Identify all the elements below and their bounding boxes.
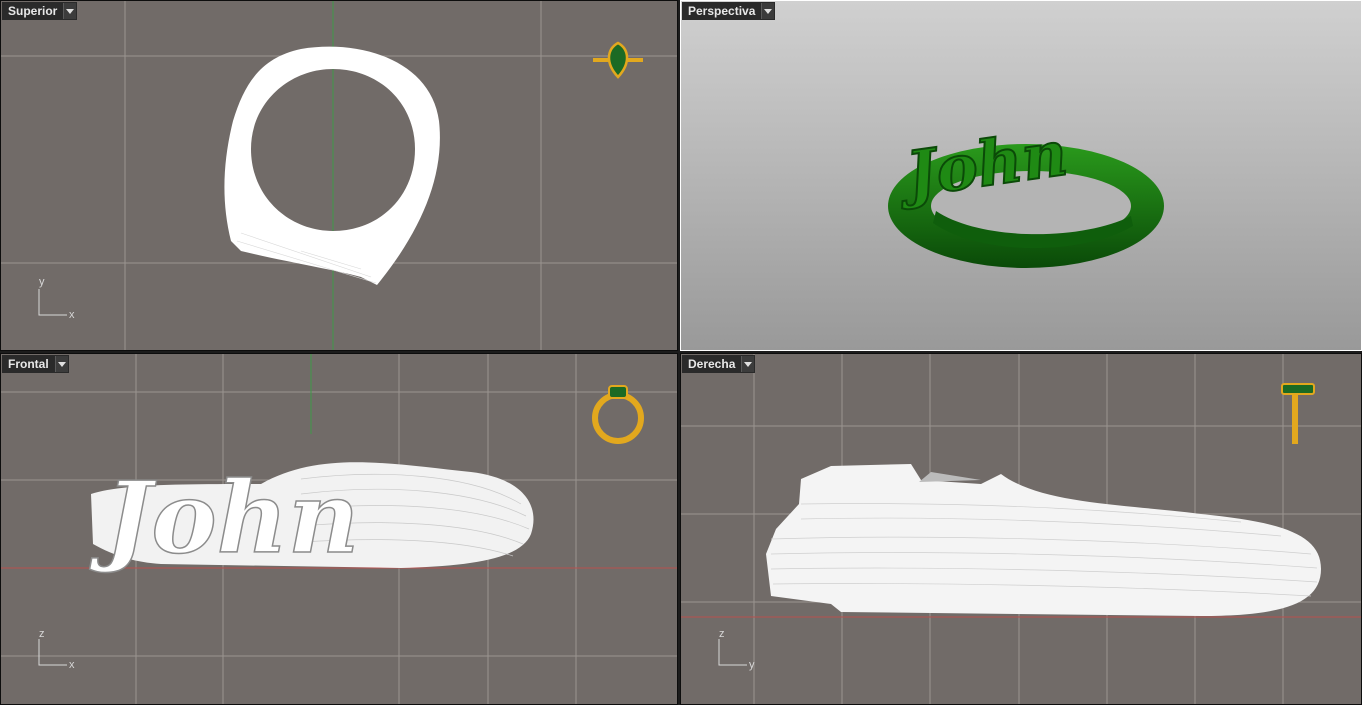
viewport-perspective[interactable]: Perspectiva John (680, 0, 1362, 351)
viewport-title-text: Frontal (8, 357, 49, 371)
ring-mesh-front: John (88, 460, 534, 577)
ring-mesh-right (766, 464, 1321, 616)
top-view-canvas[interactable]: y x (1, 1, 678, 351)
svg-text:z: z (719, 628, 725, 640)
ring-thumbnail-front (592, 385, 644, 444)
viewport-front[interactable]: Frontal John z x (0, 353, 678, 705)
viewport-title-text: Derecha (688, 357, 736, 371)
front-name-text: John (89, 461, 359, 576)
front-view-canvas[interactable]: John z x (1, 354, 678, 705)
perspective-view-canvas[interactable]: John (681, 1, 1362, 351)
viewport-menu-dropdown-icon[interactable] (761, 3, 775, 19)
axis-widget-top: y x (38, 276, 75, 321)
viewport-menu-dropdown-icon[interactable] (741, 356, 755, 372)
svg-text:x: x (69, 659, 75, 671)
ring-thumbnail-top (593, 41, 643, 79)
svg-text:y: y (749, 659, 755, 671)
viewport-top[interactable]: Superior y x (0, 0, 678, 351)
viewport-title-right[interactable]: Derecha (682, 355, 756, 373)
viewport-title-text: Superior (8, 4, 58, 18)
viewport-menu-dropdown-icon[interactable] (63, 3, 77, 19)
viewport-title-front[interactable]: Frontal (2, 355, 69, 373)
svg-text:y: y (39, 276, 45, 288)
viewport-title-text: Perspectiva (688, 4, 756, 18)
viewport-title-perspective[interactable]: Perspectiva (682, 2, 776, 20)
svg-text:x: x (69, 309, 75, 321)
ring-mesh-top (224, 46, 440, 285)
ring-thumbnail-right (1281, 383, 1315, 444)
svg-text:z: z (39, 628, 45, 640)
axis-widget-right: z y (718, 628, 755, 671)
axis-widget-front: z x (38, 628, 75, 671)
viewport-right[interactable]: Derecha z y (680, 353, 1362, 705)
rendered-ring: John (888, 115, 1164, 268)
right-view-canvas[interactable]: z y (681, 354, 1362, 705)
viewport-menu-dropdown-icon[interactable] (54, 356, 68, 372)
viewport-title-top[interactable]: Superior (2, 2, 78, 20)
